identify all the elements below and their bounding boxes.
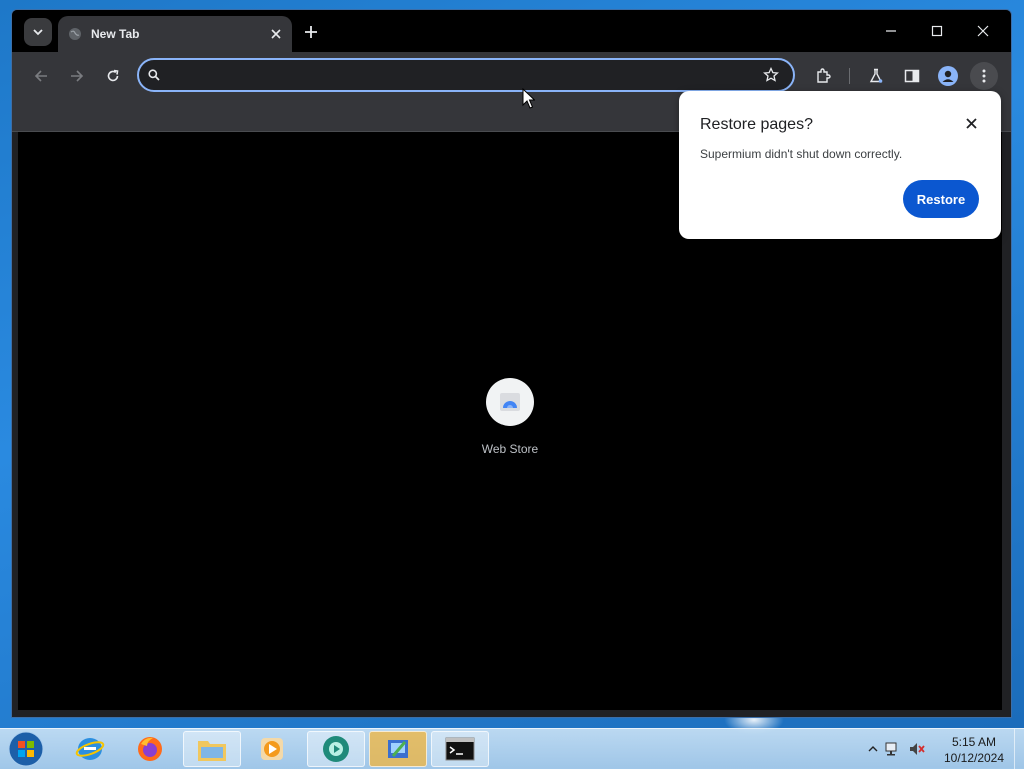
address-input[interactable] [169, 65, 753, 87]
tray-expand-icon[interactable] [868, 744, 878, 754]
taskbar-firefox[interactable] [121, 731, 179, 767]
menu-button[interactable] [970, 62, 998, 90]
restore-pages-dialog: Restore pages? Supermium didn't shut dow… [679, 91, 1001, 239]
arrow-right-icon [71, 70, 84, 82]
chevron-down-icon [33, 29, 43, 36]
show-desktop-button[interactable] [1014, 729, 1024, 769]
dialog-close-button[interactable] [961, 113, 981, 133]
volume-muted-icon[interactable] [908, 741, 926, 757]
address-bar[interactable] [137, 58, 795, 92]
web-store-icon [500, 393, 520, 411]
close-icon [965, 117, 977, 129]
tab-title: New Tab [91, 27, 140, 41]
reload-icon [107, 69, 119, 82]
shortcut-web-store[interactable]: Web Store [470, 378, 550, 456]
tab-new-tab[interactable]: New Tab [58, 16, 292, 52]
back-button[interactable] [27, 62, 55, 90]
maximize-button[interactable] [917, 18, 957, 44]
windows-orb-icon [8, 731, 44, 767]
clock-time: 5:15 AM [951, 735, 997, 749]
taskbar: 5:15 AM 10/12/2024 [0, 728, 1024, 769]
plus-icon [305, 26, 317, 38]
taskbar-command-prompt[interactable] [431, 731, 489, 767]
minimize-button[interactable] [871, 18, 911, 44]
bookmark-star-icon[interactable] [763, 67, 779, 83]
profile-button[interactable] [934, 62, 962, 90]
dialog-title: Restore pages? [700, 116, 813, 133]
mouse-cursor-icon [522, 88, 535, 109]
taskbar-media-player[interactable] [243, 731, 301, 767]
dialog-message: Supermium didn't shut down correctly. [700, 147, 903, 161]
internet-explorer-icon [75, 738, 105, 760]
reload-button[interactable] [99, 62, 127, 90]
taskbar-supermium[interactable] [307, 731, 365, 767]
close-icon [977, 25, 989, 37]
title-bar: New Tab [12, 10, 1011, 52]
close-icon [271, 29, 281, 39]
installer-icon [388, 740, 408, 758]
taskbar-file-explorer[interactable] [183, 731, 241, 767]
clock[interactable]: 5:15 AM 10/12/2024 [938, 734, 1010, 766]
arrow-left-icon [34, 70, 47, 82]
taskbar-internet-explorer[interactable] [61, 731, 119, 767]
clock-date: 10/12/2024 [943, 751, 1005, 765]
tab-search-button[interactable] [24, 18, 52, 46]
forward-button[interactable] [63, 62, 91, 90]
extensions-button[interactable] [809, 62, 837, 90]
browser-app-icon [323, 736, 349, 762]
side-panel-button[interactable] [898, 62, 926, 90]
avatar-icon [938, 66, 958, 86]
maximize-icon [931, 25, 943, 37]
puzzle-icon [817, 68, 831, 83]
network-icon[interactable] [884, 741, 902, 757]
shortcut-tile [486, 378, 534, 426]
tab-close-button[interactable] [266, 24, 286, 44]
side-panel-icon [904, 69, 920, 83]
system-tray [868, 739, 926, 759]
close-window-button[interactable] [963, 18, 1003, 44]
search-icon [148, 69, 160, 81]
flask-icon [869, 68, 883, 83]
firefox-icon [138, 737, 162, 761]
minimize-icon [886, 30, 896, 32]
globe-icon [69, 28, 81, 40]
shortcut-label: Web Store [481, 442, 539, 456]
new-tab-button[interactable] [300, 21, 322, 43]
toolbar-separator [849, 68, 850, 84]
terminal-icon [445, 737, 475, 761]
labs-button[interactable] [862, 62, 890, 90]
media-player-icon [261, 738, 283, 760]
more-vertical-icon [982, 69, 986, 83]
restore-button[interactable]: Restore [903, 180, 979, 218]
taskbar-installer[interactable] [369, 731, 427, 767]
folder-icon [198, 741, 226, 761]
start-button[interactable] [6, 730, 46, 768]
